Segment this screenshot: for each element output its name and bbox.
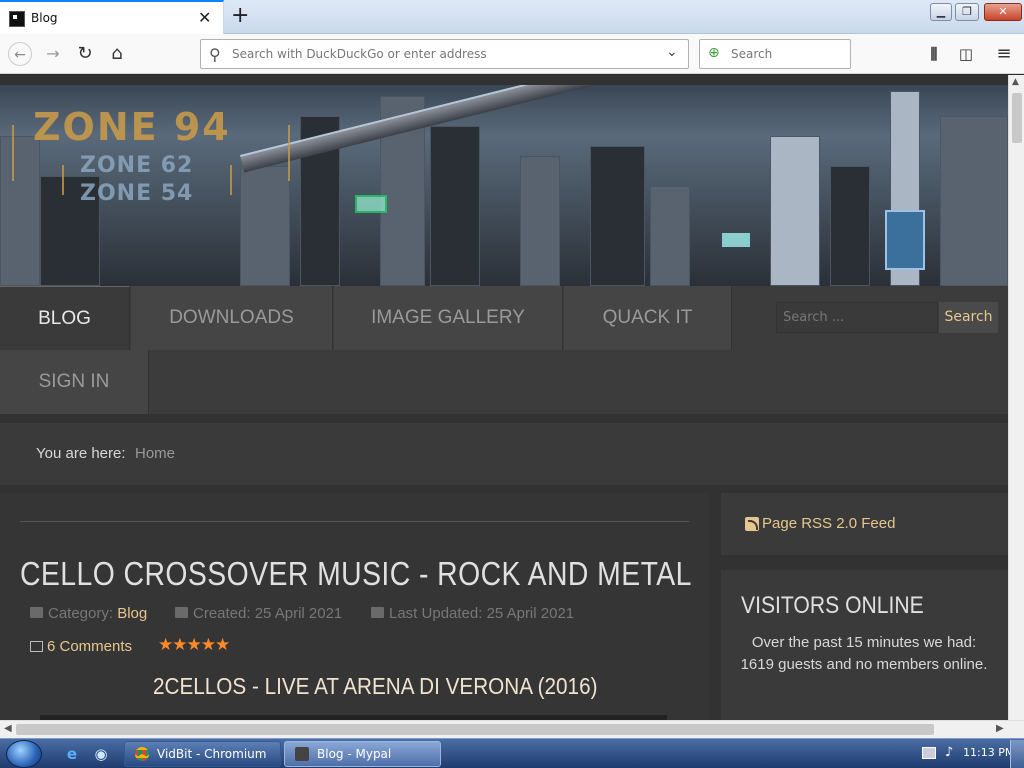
site-favicon-icon xyxy=(9,11,25,27)
article-created: Created: 25 April 2021 xyxy=(175,605,342,622)
internet-explorer-icon[interactable]: e xyxy=(63,745,81,763)
calendar-icon xyxy=(371,607,384,618)
minimize-button[interactable]: ▁ xyxy=(930,3,952,21)
rss-module: Page RSS 2.0 Feed xyxy=(721,493,1008,555)
divider xyxy=(20,521,689,522)
tab-title: Blog xyxy=(31,11,58,25)
video-title: 2CELLOS - LIVE AT ARENA DI VERONA (2016) xyxy=(153,673,598,699)
category-link[interactable]: Blog xyxy=(117,605,147,622)
site-banner: ZONE 94 ZONE 62 ZONE 54 xyxy=(0,85,1008,286)
visitors-module: VISITORS ONLINE Over the past 15 minutes… xyxy=(721,570,1008,720)
article-updated: Last Updated: 25 April 2021 xyxy=(371,605,574,622)
article-container: CELLO CROSSOVER MUSIC - ROCK AND METAL C… xyxy=(0,493,709,720)
web-search-box[interactable]: ⊕ Search xyxy=(699,39,851,69)
created-date: Created: 25 April 2021 xyxy=(193,605,343,622)
scrollbar-thumb[interactable] xyxy=(1012,93,1022,143)
sidebar-icon[interactable]: ◫ xyxy=(954,42,978,66)
visitors-title: VISITORS ONLINE xyxy=(741,592,924,619)
clock[interactable]: 11:13 PM xyxy=(963,746,1014,759)
scroll-up-icon[interactable]: ▲ xyxy=(1012,77,1019,87)
volume-icon[interactable]: ♪ xyxy=(945,745,953,760)
mypal-icon xyxy=(295,747,309,761)
reload-icon[interactable]: ↻ xyxy=(73,42,97,66)
banner-sign xyxy=(355,195,387,213)
folder-icon xyxy=(30,607,43,618)
horizontal-scrollbar[interactable]: ◀ ▶ xyxy=(0,720,1024,738)
task-label: VidBit - Chromium xyxy=(157,747,267,761)
category-label: Category: xyxy=(48,605,114,622)
site-logo-title[interactable]: ZONE 94 xyxy=(33,105,231,149)
updated-date: Last Updated: 25 April 2021 xyxy=(389,605,575,622)
forward-icon[interactable]: → xyxy=(41,42,65,66)
vertical-scrollbar[interactable]: ▲ xyxy=(1008,75,1024,720)
new-tab-button[interactable]: + xyxy=(231,3,249,28)
scroll-right-icon[interactable]: ▶ xyxy=(996,723,1004,734)
rating-stars[interactable]: ★★★★★ xyxy=(158,635,230,655)
close-tab-icon[interactable]: ✕ xyxy=(198,8,211,27)
library-icon[interactable]: ⫼ xyxy=(922,42,946,66)
show-desktop-button[interactable] xyxy=(1010,740,1024,768)
article-category: Category: Blog xyxy=(30,605,147,622)
comments-count[interactable]: 6 Comments xyxy=(47,638,132,655)
breadcrumb-home-link[interactable]: Home xyxy=(135,445,175,462)
comments-link[interactable]: 6 Comments xyxy=(30,638,132,655)
banner-sign xyxy=(722,233,750,247)
taskbar: e ◉ VidBit - Chromium Blog - Mypal ♪ 11:… xyxy=(0,738,1024,768)
scroll-left-icon[interactable]: ◀ xyxy=(4,723,12,734)
search-engine-icon: ⊕ xyxy=(708,45,720,61)
page-viewport: ZONE 94 ZONE 62 ZONE 54 BLOG DOWNLOADS I… xyxy=(0,75,1008,720)
breadcrumb-label: You are here: xyxy=(36,445,126,462)
menu-item-quack-it[interactable]: QUACK IT xyxy=(564,286,732,350)
visitors-text: Over the past 15 minutes we had: 1619 gu… xyxy=(740,634,988,673)
address-input[interactable]: Search with DuckDuckGo or enter address xyxy=(232,47,487,61)
rss-feed-link[interactable]: Page RSS 2.0 Feed xyxy=(762,515,895,532)
tab-strip: Blog ✕ + ▁ ❐ ✕ xyxy=(0,0,1024,34)
scrollbar-thumb[interactable] xyxy=(16,724,934,735)
menu-item-downloads[interactable]: DOWNLOADS xyxy=(131,286,333,350)
menu-icon[interactable]: ≡ xyxy=(992,42,1016,66)
menu-item-image-gallery[interactable]: IMAGE GALLERY xyxy=(334,286,563,350)
chromium-icon xyxy=(135,747,149,761)
browser-tab[interactable]: Blog ✕ xyxy=(0,0,224,34)
site-search-input[interactable]: Search ... xyxy=(776,302,938,333)
site-logo-subtitle: ZONE 54 xyxy=(80,181,194,206)
article-title[interactable]: CELLO CROSSOVER MUSIC - ROCK AND METAL xyxy=(20,555,692,593)
web-search-input[interactable]: Search xyxy=(731,47,772,61)
taskbar-item-chromium[interactable]: VidBit - Chromium xyxy=(124,741,281,767)
search-icon: ⚲ xyxy=(209,45,221,64)
start-button[interactable] xyxy=(6,740,42,768)
back-icon[interactable]: ← xyxy=(8,42,32,66)
breadcrumb: You are here: Home xyxy=(0,423,1008,485)
taskbar-item-mypal[interactable]: Blog - Mypal xyxy=(284,741,441,767)
menu-item-sign-in[interactable]: SIGN IN xyxy=(0,350,149,414)
navigation-toolbar: ← → ↻ ⌂ ⚲ Search with DuckDuckGo or ente… xyxy=(0,34,1024,74)
home-icon[interactable]: ⌂ xyxy=(105,42,129,66)
address-bar[interactable]: ⚲ Search with DuckDuckGo or enter addres… xyxy=(200,39,689,69)
maximize-button[interactable]: ❐ xyxy=(955,3,979,21)
menu-item-blog[interactable]: BLOG xyxy=(0,286,130,350)
network-icon[interactable] xyxy=(922,747,936,759)
main-menu: BLOG DOWNLOADS IMAGE GALLERY QUACK IT SI… xyxy=(0,286,1008,414)
rss-icon xyxy=(745,517,759,531)
task-label: Blog - Mypal xyxy=(317,747,392,761)
banner-screen xyxy=(885,210,925,270)
site-search-button[interactable]: Search xyxy=(939,302,998,333)
chevron-down-icon[interactable]: ⌄ xyxy=(666,44,678,60)
comment-icon xyxy=(30,641,43,652)
close-window-button[interactable]: ✕ xyxy=(984,3,1022,21)
calendar-icon xyxy=(175,607,188,618)
site-logo-subtitle: ZONE 62 xyxy=(80,153,194,178)
file-explorer-icon[interactable]: ◉ xyxy=(92,745,110,763)
